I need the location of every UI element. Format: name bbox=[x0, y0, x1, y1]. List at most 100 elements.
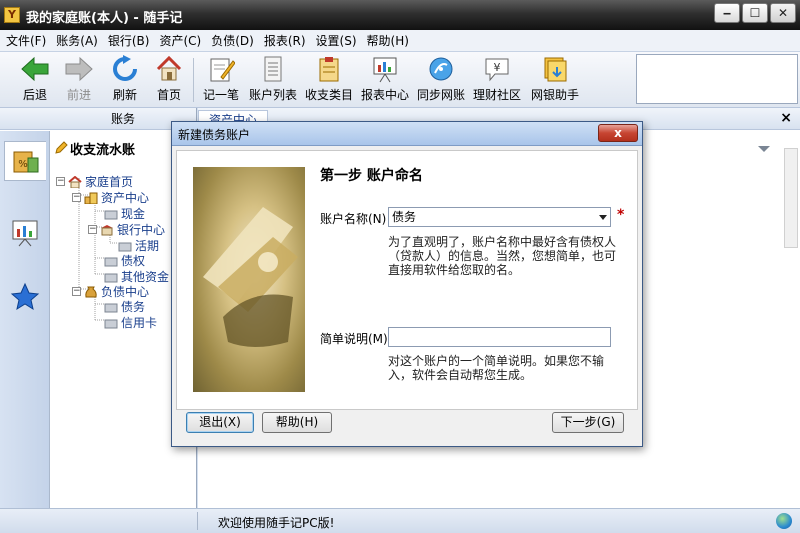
help-button[interactable]: 帮助(H) bbox=[262, 412, 332, 433]
description-label: 简单说明(M) bbox=[320, 332, 388, 346]
chart-board-icon bbox=[12, 220, 38, 247]
maximize-button[interactable]: ☐ bbox=[742, 3, 768, 23]
menu-file[interactable]: 文件(F) bbox=[6, 32, 46, 49]
description-hint: 对这个账户的一个简单说明。如果您不输入，软件会自动帮您生成。 bbox=[388, 354, 605, 382]
menu-bank[interactable]: 银行(B) bbox=[108, 32, 150, 49]
home-icon bbox=[153, 54, 185, 84]
window-title-bar: Y 我的家庭账(本人) - 随手记 ‒ ☐ ✕ bbox=[0, 0, 800, 30]
reports-tab-button[interactable] bbox=[4, 213, 46, 253]
new-debt-account-dialog: 新建债务账户 x 第一步 账户命名 账户名称(N) 债务 * 为了直观明了，账户… bbox=[171, 121, 643, 447]
sync-button[interactable]: 同步网账 bbox=[416, 54, 466, 103]
left-panel-header: 账务 bbox=[0, 108, 196, 130]
account-name-value: 债务 bbox=[392, 210, 417, 224]
wallet-illustration-icon bbox=[203, 207, 298, 347]
dialog-body: 第一步 账户命名 账户名称(N) 债务 * 为了直观明了，账户名称中最好含有债权… bbox=[176, 150, 638, 410]
folder-icon bbox=[104, 303, 118, 312]
community-button[interactable]: ¥ 理财社区 bbox=[472, 54, 522, 103]
forward-button[interactable]: 前进 bbox=[62, 54, 96, 103]
globe-icon[interactable] bbox=[776, 513, 792, 529]
tree-node-assets[interactable]: − 资产中心 bbox=[72, 189, 149, 206]
menu-bar: 文件(F) 账务(A) 银行(B) 资产(C) 负债(D) 报表(R) 设置(S… bbox=[0, 30, 800, 52]
toolbar: 后退 前进 刷新 首页 记一笔 账户列表 收支类目 报表中心 同步网账 ¥ 理财… bbox=[0, 52, 800, 108]
document-list-icon bbox=[257, 54, 289, 84]
status-divider bbox=[197, 512, 198, 530]
status-bar: 欢迎使用随手记PC版! bbox=[0, 508, 800, 533]
collapse-toggle[interactable]: − bbox=[88, 225, 97, 234]
menu-assets[interactable]: 资产(C) bbox=[159, 32, 201, 49]
refresh-button[interactable]: 刷新 bbox=[108, 54, 142, 103]
menu-liabilities[interactable]: 负债(D) bbox=[211, 32, 254, 49]
app-logo-icon: Y bbox=[4, 7, 20, 23]
next-step-button[interactable]: 下一步(G) bbox=[552, 412, 624, 433]
menu-settings[interactable]: 设置(S) bbox=[316, 32, 357, 49]
toolbar-search-box[interactable] bbox=[636, 54, 798, 104]
window-controls: ‒ ☐ ✕ bbox=[714, 3, 796, 23]
account-list-button[interactable]: 账户列表 bbox=[248, 54, 298, 103]
tree-node-debt[interactable]: 债务 bbox=[104, 298, 145, 315]
svg-text:¥: ¥ bbox=[494, 61, 501, 74]
collapse-toggle[interactable]: − bbox=[72, 287, 81, 296]
star-icon bbox=[10, 282, 40, 311]
chevron-down-icon[interactable] bbox=[758, 146, 770, 152]
report-center-button[interactable]: 报表中心 bbox=[360, 54, 410, 103]
dialog-close-button[interactable]: x bbox=[598, 124, 638, 142]
window-title: 我的家庭账(本人) - 随手记 bbox=[26, 11, 183, 26]
account-name-combobox[interactable]: 债务 bbox=[388, 207, 611, 227]
description-input[interactable] bbox=[388, 327, 611, 347]
dialog-title: 新建债务账户 bbox=[178, 128, 251, 142]
menu-accounts[interactable]: 账务(A) bbox=[56, 32, 98, 49]
bank-building-icon bbox=[101, 224, 113, 235]
back-arrow-icon bbox=[19, 54, 51, 84]
close-tab-icon[interactable]: × bbox=[780, 110, 792, 126]
tree-node-bank[interactable]: − 银行中心 bbox=[88, 221, 165, 238]
back-button[interactable]: 后退 bbox=[18, 54, 52, 103]
folder-icon bbox=[118, 242, 132, 251]
accounting-tab-button[interactable]: % bbox=[4, 141, 46, 181]
close-window-button[interactable]: ✕ bbox=[770, 3, 796, 23]
house-icon bbox=[68, 175, 82, 188]
tree-node-claims[interactable]: 债权 bbox=[104, 252, 145, 269]
exit-button[interactable]: 退出(X) bbox=[186, 412, 254, 433]
menu-reports[interactable]: 报表(R) bbox=[264, 32, 306, 49]
categories-button[interactable]: 收支类目 bbox=[304, 54, 354, 103]
required-mark: * bbox=[617, 207, 625, 223]
menu-help[interactable]: 帮助(H) bbox=[367, 32, 409, 49]
folder-icon bbox=[104, 257, 118, 266]
bank-assistant-label: 网银助手 bbox=[530, 88, 579, 102]
decorative-wallet-image bbox=[193, 167, 305, 392]
home-button[interactable]: 首页 bbox=[152, 54, 186, 103]
account-name-hint: 为了直观明了，账户名称中最好含有债权人（贷款人）的信息。当然，您想简单，也可直接… bbox=[388, 235, 617, 277]
money-bag-icon bbox=[85, 286, 97, 297]
pencil-note-icon bbox=[205, 54, 237, 84]
folder-icon bbox=[104, 210, 118, 219]
tree-node-cash[interactable]: 现金 bbox=[104, 205, 145, 222]
toolbar-separator bbox=[193, 58, 194, 102]
tree-node-credit-card[interactable]: 信用卡 bbox=[104, 314, 157, 331]
categories-label: 收支类目 bbox=[304, 88, 353, 102]
collapse-toggle[interactable]: − bbox=[72, 193, 81, 202]
tree-node-home[interactable]: − 家庭首页 bbox=[56, 173, 133, 190]
dialog-footer: 退出(X) 帮助(H) 下一步(G) bbox=[172, 412, 642, 446]
step-title: 第一步 账户命名 bbox=[320, 168, 423, 184]
presentation-chart-icon bbox=[369, 54, 401, 84]
collapse-toggle[interactable]: − bbox=[56, 177, 65, 186]
notes-download-icon bbox=[539, 54, 571, 84]
satellite-dish-icon bbox=[425, 54, 457, 84]
home-label: 首页 bbox=[156, 88, 181, 102]
svg-text:%: % bbox=[18, 159, 28, 170]
folder-icon bbox=[104, 273, 118, 282]
record-label: 记一笔 bbox=[202, 88, 239, 102]
refresh-label: 刷新 bbox=[112, 88, 137, 102]
community-label: 理财社区 bbox=[472, 88, 521, 102]
record-button[interactable]: 记一笔 bbox=[200, 54, 242, 103]
bank-assistant-button[interactable]: 网银助手 bbox=[528, 54, 582, 103]
yuan-speech-bubble-icon: ¥ bbox=[481, 54, 513, 84]
left-icon-strip: % bbox=[0, 131, 50, 508]
favorites-tab-button[interactable] bbox=[4, 277, 46, 317]
dialog-title-bar: 新建债务账户 x bbox=[172, 122, 642, 146]
vertical-scrollbar[interactable] bbox=[784, 148, 798, 248]
minimize-button[interactable]: ‒ bbox=[714, 3, 740, 23]
account-list-label: 账户列表 bbox=[248, 88, 297, 102]
chevron-down-icon[interactable] bbox=[599, 215, 607, 220]
report-center-label: 报表中心 bbox=[360, 88, 409, 102]
